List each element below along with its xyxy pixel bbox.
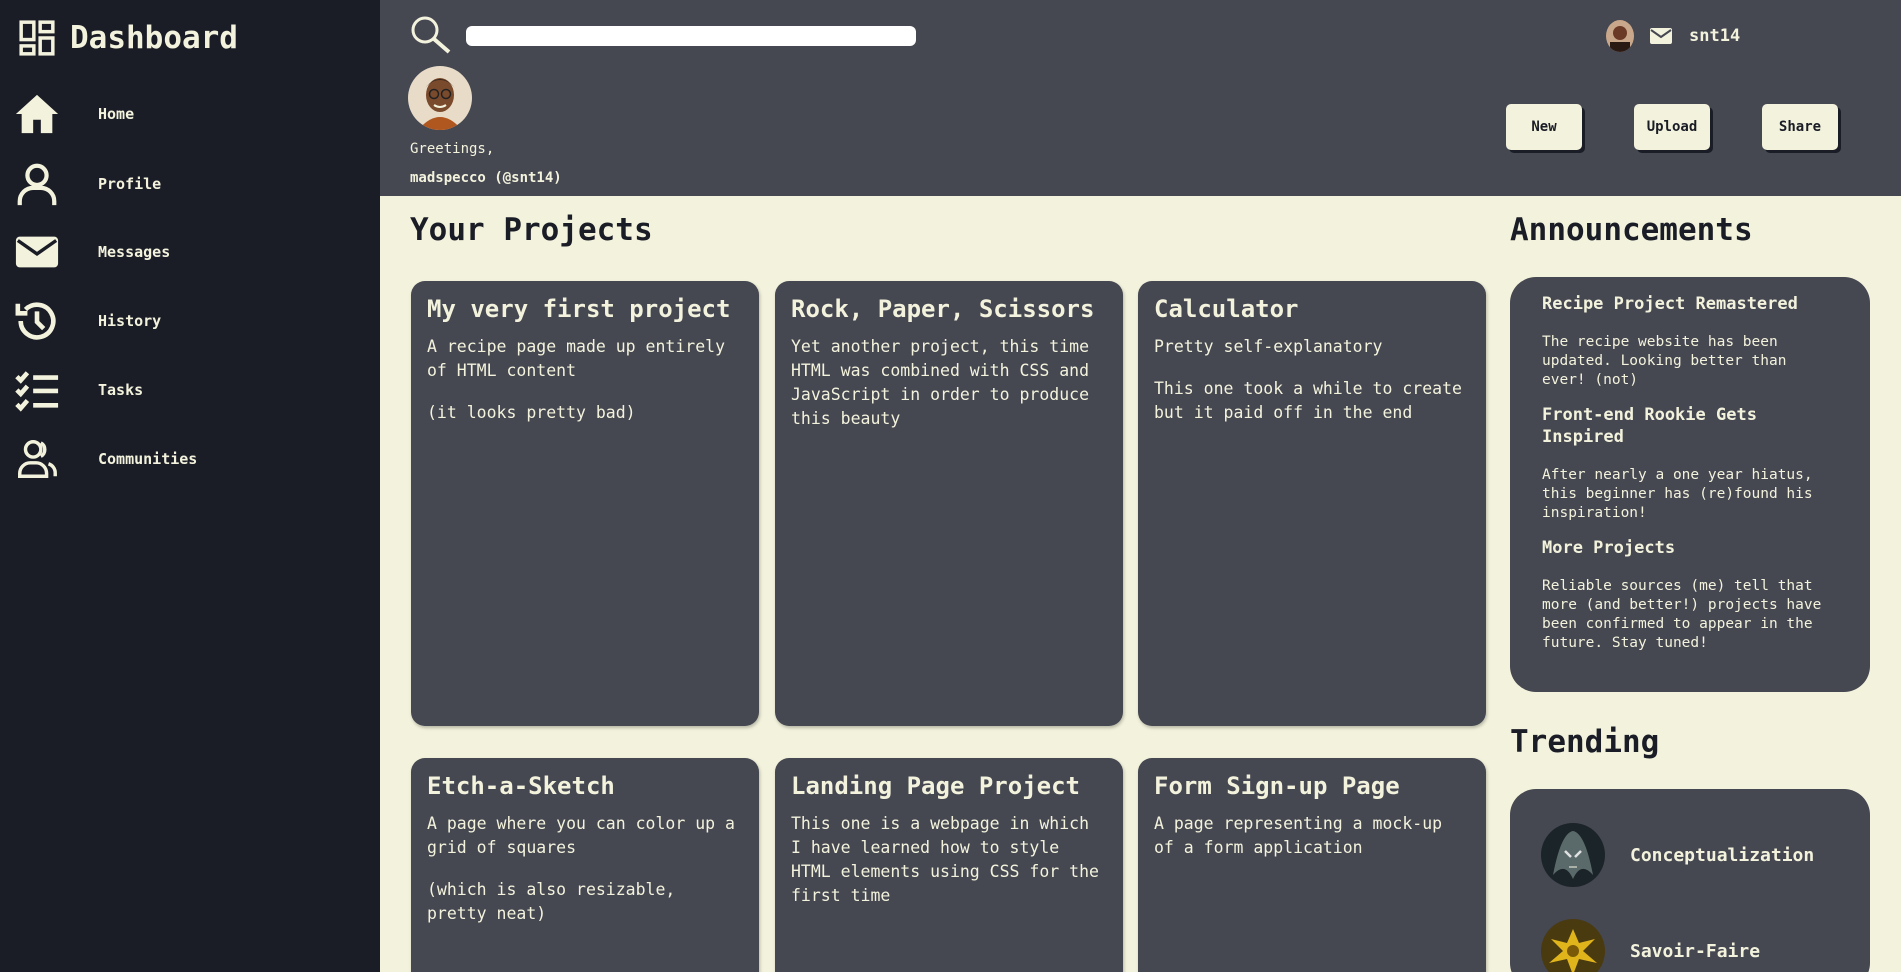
username[interactable]: snt14 [1689,26,1740,46]
project-title: Calculator [1154,295,1299,323]
search-icon[interactable] [410,15,452,55]
trending-panel: Conceptualization Savoir-Faire [1510,789,1870,972]
project-description: Yet another project, this time HTML was … [791,337,1090,428]
brand[interactable]: Dashboard [18,18,238,58]
trending-item[interactable]: Savoir-Faire [1541,919,1760,972]
project-card[interactable]: My very first project A recipe page made… [411,281,759,726]
sidebar-item-profile[interactable]: Profile [12,154,352,214]
trending-name: Conceptualization [1630,844,1815,866]
header: snt14 Greetings, madspecco (@snt14) New … [380,0,1901,196]
avatar[interactable] [1606,20,1634,52]
project-title: Rock, Paper, Scissors [791,295,1095,323]
project-card[interactable]: Calculator Pretty self-explanatory This … [1138,281,1486,726]
project-title: My very first project [427,295,731,323]
greeting-text: Greetings, [410,141,495,157]
sidebar-item-home[interactable]: Home [12,84,352,144]
trending-title: Trending [1510,724,1660,760]
projects-title: Your Projects [410,212,653,248]
home-icon [12,89,62,139]
sidebar-item-label: Messages [98,243,171,261]
dashboard-icon [19,20,55,56]
announcement-body: The recipe website has been updated. Loo… [1542,334,1787,388]
project-description: A page representing a mock-up of a form … [1154,814,1443,857]
sidebar-item-history[interactable]: History [12,291,352,351]
dashboard-title: Dashboard [70,20,238,56]
tasks-icon [12,365,62,415]
sidebar-item-label: Home [98,105,135,123]
announcement-body: After nearly a one year hiatus, this beg… [1542,467,1813,521]
share-button[interactable]: Share [1762,104,1838,150]
announcements-panel: Recipe Project Remastered The recipe web… [1510,277,1870,692]
trending-avatar [1541,919,1605,972]
profile-avatar[interactable] [408,66,472,130]
project-description: (which is also resizable, pretty neat) [427,880,676,923]
upload-button[interactable]: Upload [1634,104,1710,150]
project-description: This one took a while to create but it p… [1154,379,1462,422]
sidebar-item-label: Communities [98,450,198,468]
project-description: Pretty self-explanatory [1154,337,1383,356]
project-card[interactable]: Etch-a-Sketch A page where you can color… [411,758,759,972]
project-description: A recipe page made up entirely of HTML c… [427,337,726,380]
announcement-title[interactable]: Recipe Project Remastered [1542,293,1838,315]
history-icon [12,296,62,346]
mail-icon[interactable] [1650,26,1672,46]
search-input[interactable] [466,26,916,46]
communities-icon [12,434,62,484]
sidebar-item-tasks[interactable]: Tasks [12,360,352,420]
trending-name: Savoir-Faire [1630,940,1761,962]
announcement-body: Reliable sources (me) tell that more (an… [1542,578,1822,651]
announcement-title[interactable]: Front-end Rookie Gets Inspired [1542,404,1838,448]
project-card[interactable]: Form Sign-up Page A page representing a … [1138,758,1486,972]
trending-item[interactable]: Conceptualization [1541,823,1814,887]
user-icon [12,159,62,209]
project-title: Form Sign-up Page [1154,772,1400,800]
project-description: (it looks pretty bad) [427,403,636,422]
project-card[interactable]: Rock, Paper, Scissors Yet another projec… [775,281,1123,726]
project-description: This one is a webpage in which I have le… [791,814,1099,905]
sidebar-item-label: Tasks [98,381,144,399]
trending-avatar [1541,823,1605,887]
sidebar-item-label: History [98,312,162,330]
sidebar-item-communities[interactable]: Communities [12,429,352,489]
sidebar-item-label: Profile [98,175,162,193]
announcement-title[interactable]: More Projects [1542,537,1838,559]
new-button[interactable]: New [1506,104,1582,150]
mail-icon [12,227,62,277]
project-title: Landing Page Project [791,772,1080,800]
announcements-title: Announcements [1510,212,1753,248]
project-card[interactable]: Landing Page Project This one is a webpa… [775,758,1123,972]
user-handle: madspecco (@snt14) [410,170,562,186]
project-title: Etch-a-Sketch [427,772,615,800]
project-description: A page where you can color up a grid of … [427,814,735,857]
sidebar: Dashboard Home Profile Messages History … [0,0,380,972]
sidebar-item-messages[interactable]: Messages [12,222,352,282]
